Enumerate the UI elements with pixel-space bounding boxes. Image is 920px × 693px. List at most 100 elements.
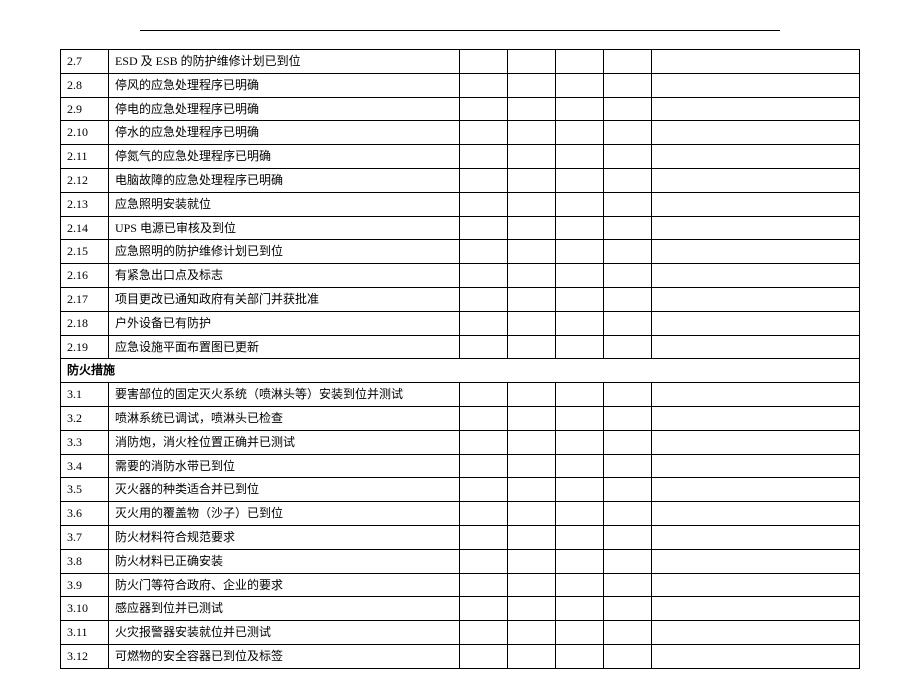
check-cell (556, 121, 604, 145)
table-row: 2.9停电的应急处理程序已明确 (61, 97, 860, 121)
check-cell (604, 240, 652, 264)
row-description: 需要的消防水带已到位 (108, 454, 460, 478)
row-number: 3.4 (61, 454, 109, 478)
row-number: 2.16 (61, 264, 109, 288)
row-number: 2.19 (61, 335, 109, 359)
check-cell (508, 644, 556, 668)
row-description: 喷淋系统已调试，喷淋头已检查 (108, 406, 460, 430)
check-cell (508, 525, 556, 549)
row-description: 灭火器的种类适合并已到位 (108, 478, 460, 502)
check-cell (604, 192, 652, 216)
check-cell (508, 97, 556, 121)
table-row: 3.2喷淋系统已调试，喷淋头已检查 (61, 406, 860, 430)
check-cell (460, 311, 508, 335)
row-description: 应急照明安装就位 (108, 192, 460, 216)
row-description: 消防炮，消火栓位置正确并已测试 (108, 430, 460, 454)
row-number: 3.9 (61, 573, 109, 597)
check-cell (460, 383, 508, 407)
check-cell (460, 478, 508, 502)
check-cell (460, 644, 508, 668)
table-row: 2.12电脑故障的应急处理程序已明确 (61, 168, 860, 192)
remark-cell (652, 454, 860, 478)
row-description: 防火材料符合规范要求 (108, 525, 460, 549)
row-number: 2.17 (61, 287, 109, 311)
check-cell (556, 383, 604, 407)
check-cell (604, 621, 652, 645)
check-cell (556, 502, 604, 526)
check-cell (460, 73, 508, 97)
row-number: 3.1 (61, 383, 109, 407)
check-cell (460, 121, 508, 145)
section-title: 防火措施 (61, 359, 860, 383)
check-cell (460, 502, 508, 526)
remark-cell (652, 335, 860, 359)
remark-cell (652, 311, 860, 335)
row-number: 3.6 (61, 502, 109, 526)
row-number: 3.12 (61, 644, 109, 668)
check-cell (508, 216, 556, 240)
check-cell (556, 573, 604, 597)
check-cell (460, 335, 508, 359)
check-cell (604, 168, 652, 192)
remark-cell (652, 573, 860, 597)
check-cell (508, 549, 556, 573)
row-description: 火灾报警器安装就位并已测试 (108, 621, 460, 645)
remark-cell (652, 192, 860, 216)
remark-cell (652, 621, 860, 645)
row-description: 可燃物的安全容器已到位及标签 (108, 644, 460, 668)
check-cell (556, 525, 604, 549)
check-cell (460, 264, 508, 288)
table-row: 3.7防火材料符合规范要求 (61, 525, 860, 549)
checklist-table: 2.7ESD 及 ESB 的防护维修计划已到位2.8停风的应急处理程序已明确2.… (60, 49, 860, 669)
check-cell (508, 573, 556, 597)
row-number: 3.8 (61, 549, 109, 573)
row-description: 项目更改已通知政府有关部门并获批准 (108, 287, 460, 311)
remark-cell (652, 383, 860, 407)
remark-cell (652, 73, 860, 97)
table-row: 3.6灭火用的覆盖物（沙子）已到位 (61, 502, 860, 526)
table-row: 3.11火灾报警器安装就位并已测试 (61, 621, 860, 645)
check-cell (460, 597, 508, 621)
check-cell (508, 192, 556, 216)
row-description: 有紧急出口点及标志 (108, 264, 460, 288)
check-cell (604, 597, 652, 621)
row-number: 2.12 (61, 168, 109, 192)
remark-cell (652, 502, 860, 526)
remark-cell (652, 168, 860, 192)
check-cell (508, 597, 556, 621)
check-cell (604, 97, 652, 121)
row-description: 电脑故障的应急处理程序已明确 (108, 168, 460, 192)
check-cell (556, 406, 604, 430)
check-cell (460, 287, 508, 311)
remark-cell (652, 597, 860, 621)
check-cell (508, 335, 556, 359)
check-cell (460, 168, 508, 192)
check-cell (556, 478, 604, 502)
check-cell (556, 430, 604, 454)
check-cell (556, 644, 604, 668)
remark-cell (652, 287, 860, 311)
row-number: 2.18 (61, 311, 109, 335)
check-cell (508, 145, 556, 169)
check-cell (604, 121, 652, 145)
remark-cell (652, 145, 860, 169)
table-row: 3.9防火门等符合政府、企业的要求 (61, 573, 860, 597)
table-row: 2.7ESD 及 ESB 的防护维修计划已到位 (61, 50, 860, 74)
check-cell (604, 50, 652, 74)
row-number: 2.11 (61, 145, 109, 169)
check-cell (604, 549, 652, 573)
row-number: 3.7 (61, 525, 109, 549)
table-row: 3.3消防炮，消火栓位置正确并已测试 (61, 430, 860, 454)
table-row: 3.1要害部位的固定灭火系统（喷淋头等）安装到位并测试 (61, 383, 860, 407)
remark-cell (652, 264, 860, 288)
table-row: 2.17项目更改已通知政府有关部门并获批准 (61, 287, 860, 311)
table-row: 3.8防火材料已正确安装 (61, 549, 860, 573)
check-cell (508, 73, 556, 97)
check-cell (604, 454, 652, 478)
check-cell (508, 240, 556, 264)
check-cell (460, 406, 508, 430)
check-cell (556, 216, 604, 240)
table-row: 2.8停风的应急处理程序已明确 (61, 73, 860, 97)
check-cell (556, 311, 604, 335)
check-cell (460, 192, 508, 216)
